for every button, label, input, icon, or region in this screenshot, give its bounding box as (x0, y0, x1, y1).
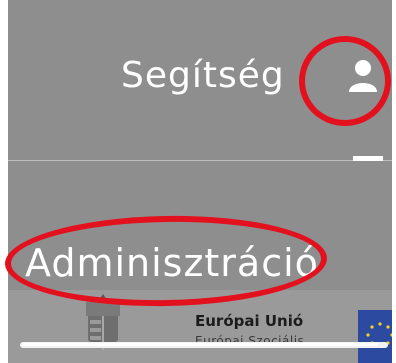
help-link[interactable]: Segítség (121, 55, 285, 96)
eu-label: Európai Unió (195, 312, 304, 330)
eu-flag-icon (358, 310, 392, 363)
user-account-button[interactable] (344, 56, 382, 96)
navigation-panel: Segítség Adminisztráció Európai Unió Eur… (8, 0, 392, 363)
active-tab-indicator (353, 156, 383, 161)
menu-divider (8, 160, 392, 161)
administration-menu-item[interactable]: Adminisztráció (25, 241, 319, 285)
hungarian-coat-of-arms-icon (86, 294, 120, 350)
user-icon (349, 60, 377, 92)
scrollbar-thumb[interactable] (22, 343, 378, 346)
